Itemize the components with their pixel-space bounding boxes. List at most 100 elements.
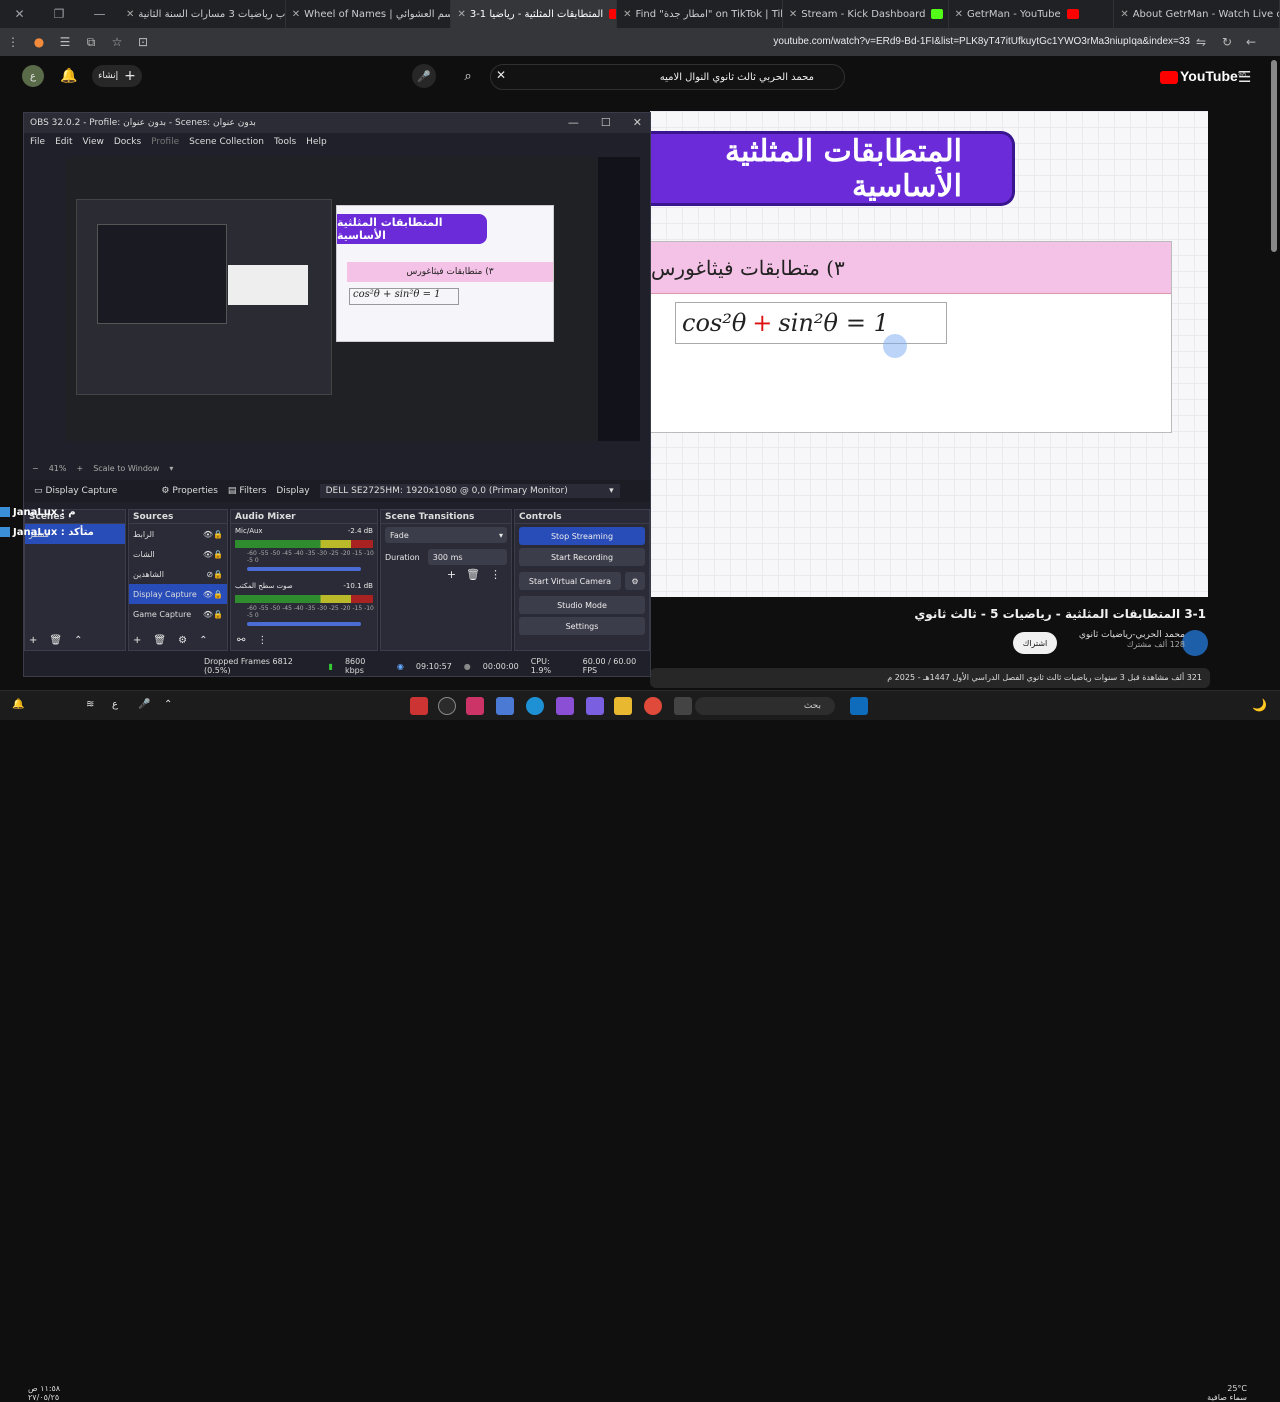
zoom-in-icon[interactable]: + — [76, 464, 83, 473]
stop-streaming-button[interactable]: Stop Streaming — [519, 527, 645, 545]
youtube-logo[interactable]: YouTubeSA — [1160, 68, 1246, 84]
lock-icon[interactable]: 🔒 — [213, 610, 223, 619]
menu-tools[interactable]: Tools — [274, 137, 296, 147]
avatar[interactable]: ع — [22, 65, 44, 87]
search-input[interactable]: محمد الحربي ثالث ثانوي النوال الاميه — [490, 64, 845, 90]
lock-icon[interactable]: 🔒 — [213, 590, 223, 599]
close-icon[interactable]: ✕ — [15, 7, 25, 21]
subscribe-button[interactable]: اشتراك — [1013, 632, 1057, 654]
tab-math-book[interactable]: ✕ كتاب رياضيات 3 مسارات السنة الثانية — [120, 0, 286, 28]
chevron-down-icon[interactable]: ▾ — [169, 464, 173, 473]
zoom-out-icon[interactable]: − — [32, 464, 39, 473]
edge-icon[interactable] — [526, 697, 544, 715]
lock-icon[interactable]: 🔒 — [213, 530, 223, 539]
microphone-icon[interactable]: 🎤 — [138, 699, 150, 710]
back-icon[interactable]: ← — [1238, 35, 1264, 49]
source-item[interactable]: Display Capture 👁 🔒 — [129, 584, 227, 604]
close-icon[interactable]: ✕ — [955, 9, 963, 20]
menu-dots-icon[interactable]: ⋮ — [0, 35, 26, 49]
search-icon[interactable]: ⌕ — [456, 64, 480, 88]
app-icon[interactable] — [556, 697, 574, 715]
add-icon[interactable]: + — [29, 635, 37, 646]
task-view-icon[interactable] — [674, 697, 692, 715]
extensions-icon[interactable]: ⧉ — [78, 35, 104, 50]
tab-getrman-youtube[interactable]: ✕ GetrMan - YouTube — [949, 0, 1115, 28]
channel-avatar[interactable] — [1182, 630, 1208, 656]
menu-dots-icon[interactable]: ⋮ — [490, 568, 501, 581]
tune-icon[interactable]: ☰ — [52, 35, 78, 49]
store-icon[interactable] — [496, 697, 514, 715]
duration-field[interactable]: 300 ms — [427, 549, 507, 565]
reload-icon[interactable]: ↻ — [1214, 35, 1240, 49]
chevron-up-icon[interactable]: ⌃ — [74, 635, 82, 646]
trash-icon[interactable]: 🗑 — [466, 568, 480, 581]
trash-icon[interactable]: 🗑 — [153, 635, 166, 646]
link-icon[interactable]: ⚯ — [237, 635, 245, 646]
menu-help[interactable]: Help — [306, 137, 327, 147]
eye-icon[interactable]: 👁 — [203, 610, 213, 619]
epic-games-icon[interactable] — [410, 697, 428, 715]
bookmark-star-icon[interactable]: ☆ — [104, 35, 130, 49]
minimize-icon[interactable]: — — [568, 116, 579, 129]
install-icon[interactable]: ⊡ — [130, 35, 156, 49]
close-icon[interactable]: ✕ — [789, 9, 797, 20]
channel-name[interactable]: محمد الحربي-رياضيات ثانوي — [1079, 630, 1185, 640]
source-item[interactable]: الشات 👁 🔒 — [129, 544, 227, 564]
file-explorer-icon[interactable] — [614, 697, 632, 715]
taskbar-search[interactable]: بحث — [695, 697, 835, 715]
menu-file[interactable]: File — [30, 137, 45, 147]
tab-getrman-kick[interactable]: ✕ About GetrMan - Watch Live on — [1114, 0, 1280, 28]
restore-icon[interactable]: ❐ — [54, 7, 65, 21]
wifi-icon[interactable]: ≋ — [86, 699, 94, 710]
hamburger-menu-icon[interactable]: ☰ — [1238, 68, 1251, 86]
site-settings-icon[interactable]: ⇋ — [1188, 35, 1214, 49]
scale-mode[interactable]: Scale to Window — [93, 464, 159, 473]
gear-icon[interactable]: ⚙ — [625, 572, 645, 590]
minimize-icon[interactable]: — — [93, 7, 105, 21]
volume-slider[interactable] — [247, 567, 361, 571]
close-icon[interactable]: ✕ — [457, 9, 465, 20]
settings-button[interactable]: Settings — [519, 617, 645, 635]
obs-icon[interactable] — [438, 697, 456, 715]
url-field[interactable]: youtube.com/watch?v=ERd9-Bd-1FI&list=PLK… — [773, 36, 1190, 47]
close-icon[interactable]: ✕ — [633, 116, 642, 129]
chevron-up-icon[interactable]: ⌃ — [199, 635, 207, 646]
tab-tiktok[interactable]: ✕ Find "امطار جدة" on TikTok | TikTok — [617, 0, 783, 28]
gear-icon[interactable]: ⚙ — [178, 635, 187, 646]
lock-icon[interactable]: 🔒 — [213, 550, 223, 559]
eye-icon[interactable]: 👁 — [203, 530, 213, 539]
close-icon[interactable]: ✕ — [126, 9, 134, 20]
transition-select[interactable]: Fade ▾ — [385, 527, 507, 543]
windows-start-icon[interactable] — [850, 697, 868, 715]
app-icon[interactable] — [466, 697, 484, 715]
language-icon[interactable]: ع — [112, 699, 118, 710]
obs-preview[interactable]: المتطابقات المثلثية الأساسية ٣) متطابقات… — [66, 157, 640, 441]
menu-profile[interactable]: Profile — [151, 137, 179, 147]
properties-button[interactable]: ⚙ Properties — [161, 486, 218, 496]
eye-icon[interactable]: 👁 — [203, 550, 213, 559]
eye-icon[interactable]: 👁 — [203, 590, 213, 599]
display-select[interactable]: DELL SE2725HM: 1920x1080 @ 0,0 (Primary … — [319, 484, 620, 498]
clock[interactable]: ١١:٥٨ ص ٢٧/٠٥/٢٥ — [28, 1384, 60, 1402]
menu-view[interactable]: View — [83, 137, 104, 147]
chrome-icon[interactable] — [644, 697, 662, 715]
page-scrollbar[interactable] — [1271, 60, 1277, 252]
trash-icon[interactable]: 🗑 — [49, 635, 62, 646]
notifications-icon[interactable]: 🔔 — [12, 699, 24, 710]
create-button[interactable]: إنشاء + — [92, 65, 142, 87]
source-item[interactable]: Game Capture 👁 🔒 — [129, 604, 227, 624]
source-item[interactable]: الرابط 👁 🔒 — [129, 524, 227, 544]
video-description[interactable]: 321 ألف مشاهدة قبل 3 سنوات رياضيات ثالث … — [650, 668, 1210, 688]
source-item[interactable]: الشاهدين ⊘ 🔒 — [129, 564, 227, 584]
eye-hidden-icon[interactable]: ⊘ — [206, 570, 213, 579]
menu-scene-collection[interactable]: Scene Collection — [189, 137, 264, 147]
maximize-icon[interactable]: ☐ — [601, 116, 611, 129]
filters-button[interactable]: ▤ Filters — [228, 486, 267, 496]
close-icon[interactable]: ✕ — [292, 9, 300, 20]
volume-slider[interactable] — [247, 622, 361, 626]
tab-kick-dashboard[interactable]: ✕ Stream - Kick Dashboard — [783, 0, 949, 28]
video-player[interactable]: المتطابقات المثلثية الأساسية ٣) متطابقات… — [650, 111, 1208, 597]
menu-edit[interactable]: Edit — [55, 137, 72, 147]
microphone-icon[interactable]: 🎤 — [412, 64, 436, 88]
menu-dots-icon[interactable]: ⋮ — [257, 635, 267, 646]
